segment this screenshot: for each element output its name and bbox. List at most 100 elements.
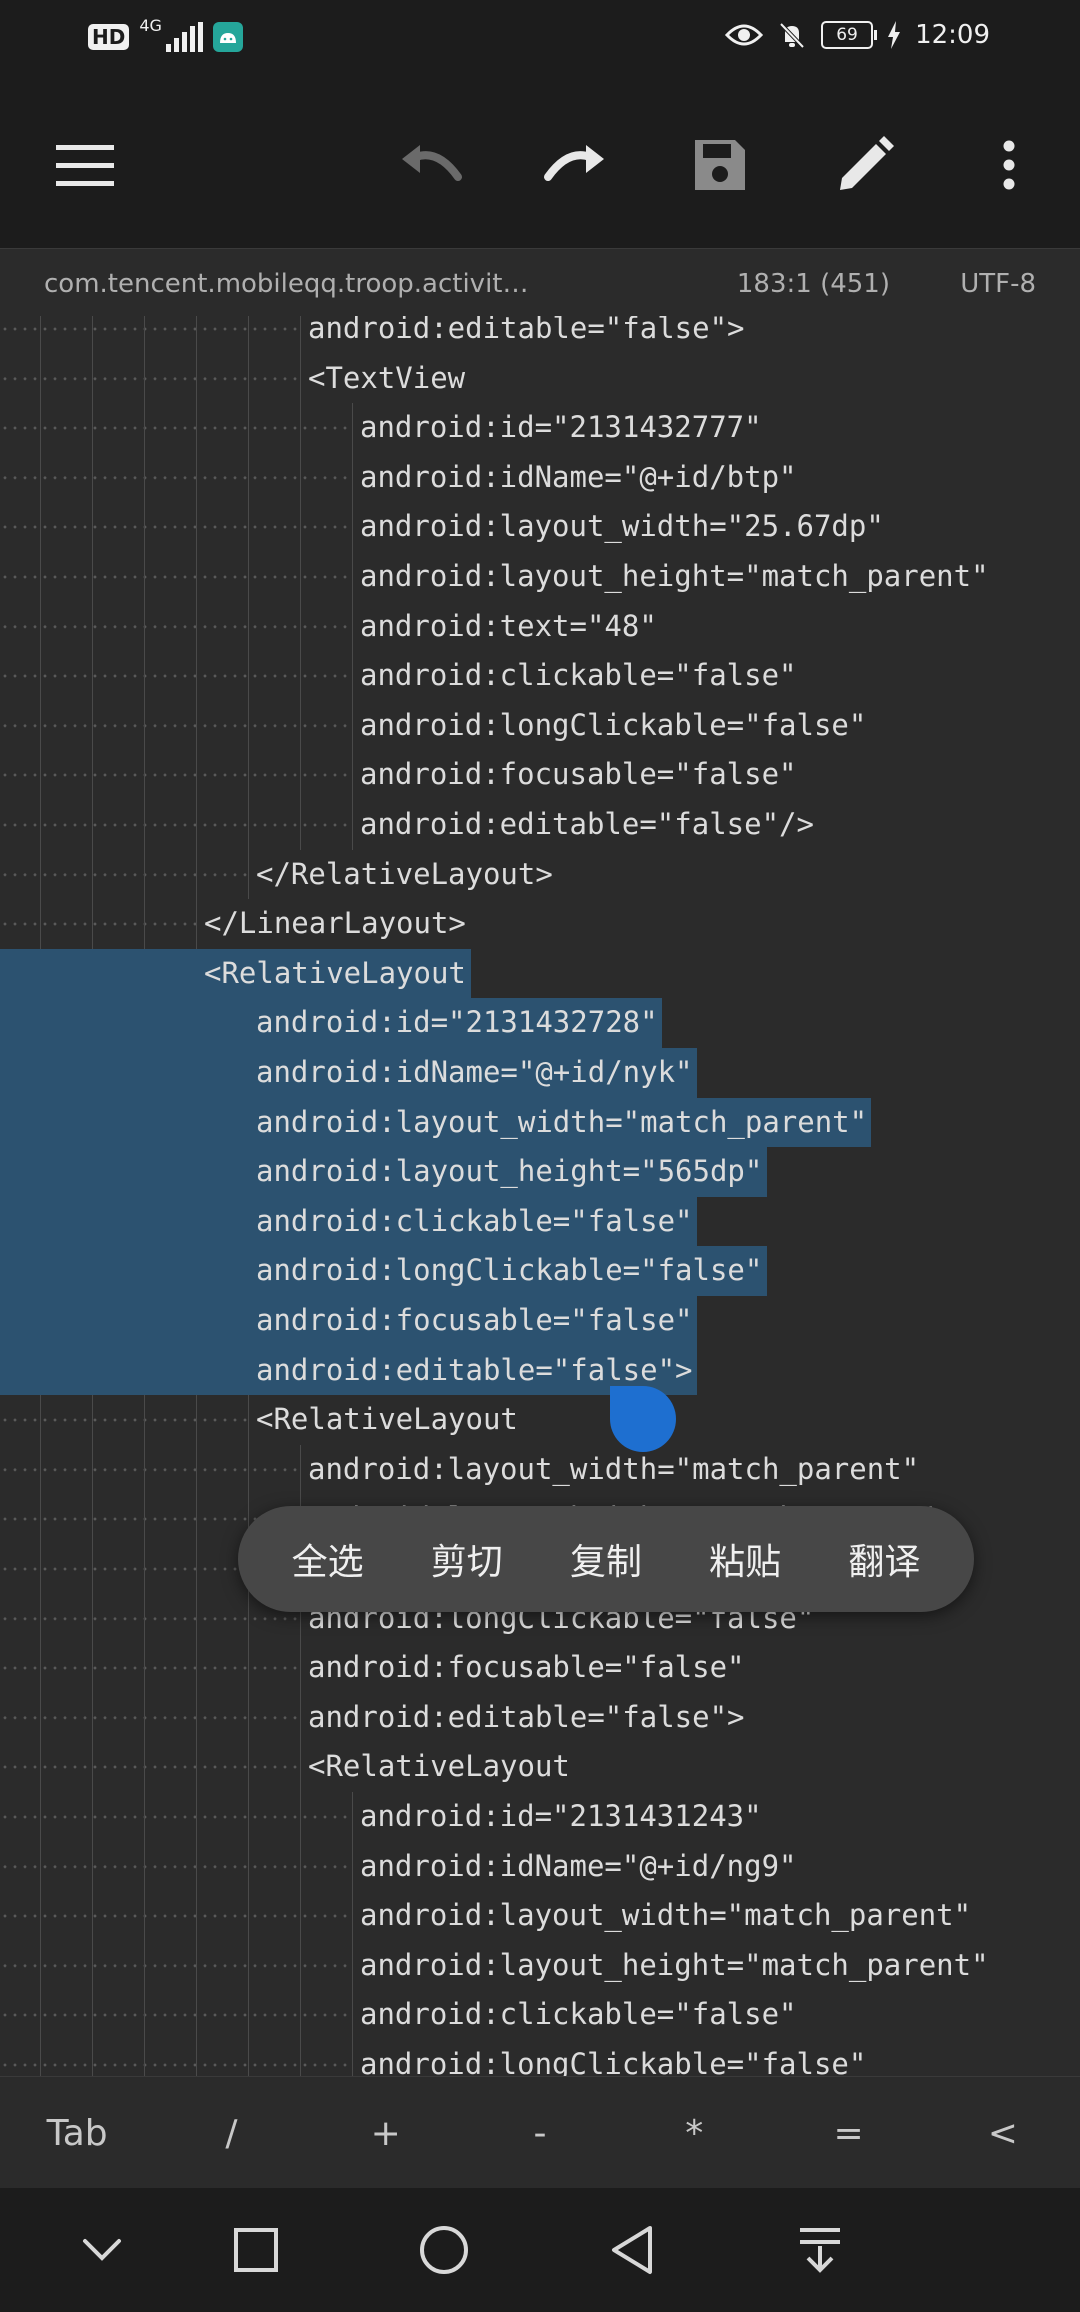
indent-guide bbox=[248, 1444, 249, 1495]
key-equals[interactable]: = bbox=[771, 2113, 925, 2154]
cut-menu-item[interactable]: 剪切 bbox=[431, 1533, 503, 1585]
code-line[interactable]: android:editable="false"> bbox=[0, 1692, 1080, 1743]
indent-guide bbox=[248, 1792, 249, 1842]
indent-guide bbox=[196, 1742, 197, 1792]
code-line[interactable]: android:focusable="false" bbox=[0, 1643, 1080, 1693]
indent-guide bbox=[40, 1692, 41, 1743]
redo-button[interactable] bbox=[530, 120, 620, 210]
indent-guide bbox=[92, 2040, 93, 2076]
indent-guide bbox=[40, 750, 41, 800]
indent-guide bbox=[196, 1792, 197, 1842]
whitespace-dots bbox=[0, 353, 300, 404]
menu-button[interactable] bbox=[40, 120, 130, 210]
indent-guide bbox=[196, 651, 197, 701]
edit-button[interactable] bbox=[820, 120, 910, 210]
code-text: android:longClickable="false" bbox=[360, 2047, 867, 2076]
code-line[interactable]: android:longClickable="false" bbox=[0, 1246, 1080, 1296]
code-line[interactable]: </LinearLayout> bbox=[0, 899, 1080, 949]
collapse-button[interactable] bbox=[788, 2218, 852, 2282]
indent-guide bbox=[40, 1544, 41, 1594]
key-slash[interactable]: / bbox=[154, 2113, 308, 2154]
code-line[interactable]: android:idName="@+id/ng9" bbox=[0, 1841, 1080, 1892]
key-asterisk[interactable]: * bbox=[617, 2113, 771, 2154]
code-line[interactable]: android:clickable="false" bbox=[0, 1990, 1080, 2040]
code-line[interactable]: <RelativeLayout bbox=[0, 948, 1080, 999]
indent-guide bbox=[40, 1444, 41, 1495]
paste-menu-item[interactable]: 粘贴 bbox=[709, 1533, 781, 1585]
code-line[interactable]: <RelativeLayout bbox=[0, 1742, 1080, 1792]
indent-guide bbox=[300, 403, 301, 453]
indent-guide bbox=[92, 849, 93, 900]
code-line[interactable]: android:focusable="false" bbox=[0, 1296, 1080, 1346]
indent-guide bbox=[40, 403, 41, 453]
more-options-button[interactable] bbox=[964, 120, 1054, 210]
recents-button[interactable] bbox=[224, 2218, 288, 2282]
indent-guide bbox=[144, 1891, 145, 1941]
code-line[interactable]: android:layout_width="match_parent" bbox=[0, 1891, 1080, 1941]
indent-guide bbox=[300, 1444, 301, 1495]
key-plus[interactable]: + bbox=[309, 2113, 463, 2154]
select-all-menu-item[interactable]: 全选 bbox=[292, 1533, 364, 1585]
key-tab[interactable]: Tab bbox=[0, 2113, 154, 2154]
save-button[interactable] bbox=[675, 120, 765, 210]
code-line[interactable]: android:layout_width="25.67dp" bbox=[0, 502, 1080, 552]
indent-guide bbox=[300, 452, 301, 503]
indent-guide bbox=[300, 800, 301, 850]
indent-guide bbox=[300, 601, 301, 652]
code-line[interactable]: android:focusable="false" bbox=[0, 750, 1080, 800]
key-minus[interactable]: - bbox=[463, 2113, 617, 2154]
code-line[interactable]: android:clickable="false" bbox=[0, 1196, 1080, 1247]
indent-guide bbox=[144, 316, 145, 354]
hide-keyboard-button[interactable] bbox=[70, 2218, 134, 2282]
code-line[interactable]: android:editable="false"/> bbox=[0, 800, 1080, 850]
hd-badge: HD bbox=[88, 24, 130, 50]
code-line[interactable]: android:idName="@+id/nyk" bbox=[0, 1048, 1080, 1098]
code-line[interactable]: android:longClickable="false" bbox=[0, 2040, 1080, 2076]
code-line[interactable]: android:longClickable="false" bbox=[0, 700, 1080, 751]
edit-icon bbox=[840, 136, 894, 190]
indent-guide bbox=[92, 1593, 93, 1644]
indent-guide bbox=[92, 899, 93, 949]
code-line[interactable]: android:editable="false"> bbox=[0, 316, 1080, 354]
code-editor[interactable]: android:editable="false"> <TextView androi… bbox=[0, 316, 1080, 2076]
code-line[interactable]: android:layout_height="565dp" bbox=[0, 1147, 1080, 1197]
indent-guide bbox=[92, 700, 93, 751]
indent-guide bbox=[196, 316, 197, 354]
indent-guide bbox=[196, 601, 197, 652]
code-line[interactable]: android:id="2131432728" bbox=[0, 998, 1080, 1048]
code-line[interactable]: android:id="2131431243" bbox=[0, 1792, 1080, 1842]
indent-guide bbox=[144, 1593, 145, 1644]
home-button[interactable] bbox=[412, 2218, 476, 2282]
indent-guide bbox=[40, 2040, 41, 2076]
key-less-than[interactable]: < bbox=[926, 2113, 1080, 2154]
code-line[interactable]: android:idName="@+id/btp" bbox=[0, 452, 1080, 503]
indent-guide bbox=[248, 452, 249, 503]
symbol-shortcut-bar: Tab / + - * = < bbox=[0, 2076, 1080, 2189]
file-encoding[interactable]: UTF-8 bbox=[960, 269, 1036, 299]
code-line[interactable]: android:layout_width="match_parent" bbox=[0, 1444, 1080, 1495]
indent-guide bbox=[92, 1395, 93, 1445]
indent-guide bbox=[144, 403, 145, 453]
undo-button[interactable] bbox=[386, 120, 476, 210]
file-path[interactable]: com.tencent.mobileqq.troop.activit… bbox=[44, 269, 529, 299]
code-text: android:layout_height="565dp" bbox=[256, 1154, 763, 1189]
copy-menu-item[interactable]: 复制 bbox=[570, 1533, 642, 1585]
code-line[interactable]: <TextView bbox=[0, 353, 1080, 404]
collapse-down-icon bbox=[800, 2228, 840, 2273]
translate-menu-item[interactable]: 翻译 bbox=[848, 1533, 920, 1585]
code-line[interactable]: android:clickable="false" bbox=[0, 651, 1080, 701]
code-line[interactable]: android:id="2131432777" bbox=[0, 403, 1080, 453]
code-line[interactable]: android:editable="false"> bbox=[0, 1345, 1080, 1396]
indent-guide bbox=[248, 651, 249, 701]
selection-handle[interactable] bbox=[610, 1386, 676, 1452]
code-line[interactable]: </RelativeLayout> bbox=[0, 849, 1080, 900]
status-right: 69 12:09 bbox=[725, 20, 990, 50]
code-line[interactable]: android:layout_width="match_parent" bbox=[0, 1097, 1080, 1148]
code-line[interactable]: android:layout_height="match_parent" bbox=[0, 1940, 1080, 1991]
signal-icon bbox=[165, 22, 203, 52]
back-button[interactable] bbox=[600, 2218, 664, 2282]
code-text: android:layout_width="match_parent" bbox=[360, 1898, 972, 1933]
code-line[interactable]: android:text="48" bbox=[0, 601, 1080, 652]
code-line[interactable]: android:layout_height="match_parent" bbox=[0, 552, 1080, 602]
code-line[interactable]: <RelativeLayout bbox=[0, 1395, 1080, 1445]
